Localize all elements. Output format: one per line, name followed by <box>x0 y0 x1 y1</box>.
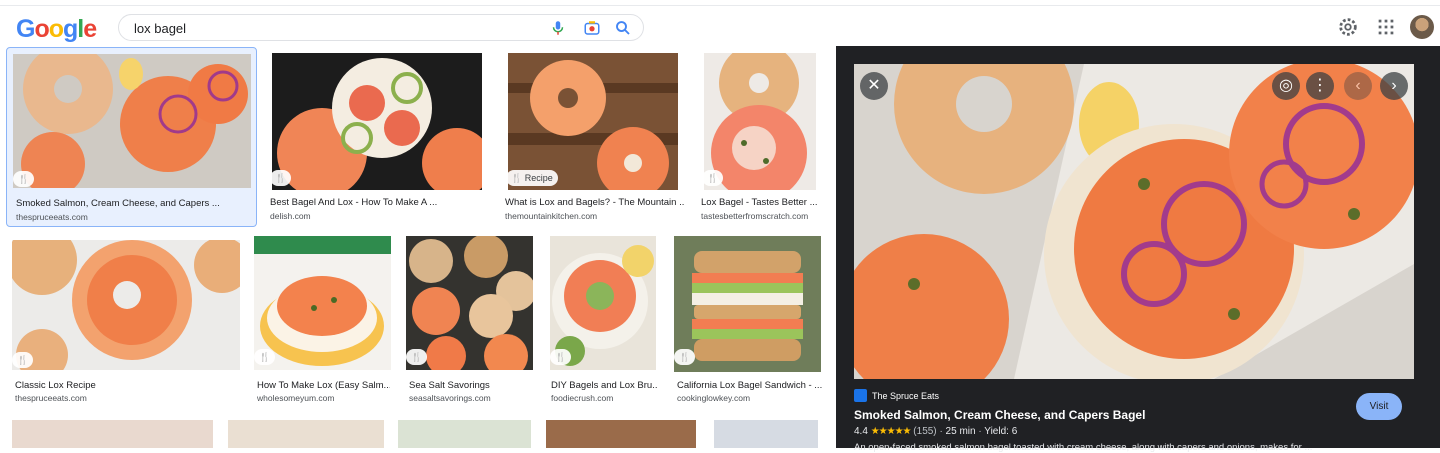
preview-image[interactable] <box>854 64 1414 379</box>
recipe-tag: 🍴 <box>550 349 572 365</box>
header: Google <box>0 6 1440 46</box>
gear-icon[interactable] <box>1337 16 1359 38</box>
search-icon[interactable] <box>614 19 632 37</box>
microphone-icon[interactable] <box>549 19 567 37</box>
apps-grid-icon[interactable] <box>1375 16 1397 38</box>
result-tile[interactable]: 🍴 Classic Lox Recipe thespruceeats.com <box>6 232 246 412</box>
result-image[interactable] <box>704 53 816 190</box>
bagel-photo <box>406 236 533 370</box>
star-rating: ★★★★★ <box>870 426 912 437</box>
preview-meta: 4.4 ★★★★★ (155) · 25 min · Yield: 6 <box>854 426 1018 437</box>
result-image[interactable] <box>228 420 384 448</box>
close-icon[interactable]: ✕ <box>860 72 888 100</box>
fork-knife-icon: 🍴 <box>511 173 525 183</box>
result-site[interactable]: wholesomeyum.com <box>257 393 390 403</box>
recipe-yield: Yield: 6 <box>984 426 1018 437</box>
result-site[interactable]: tastesbetterfromscratch.com <box>701 211 825 221</box>
result-title[interactable]: Lox Bagel - Tastes Better ... <box>701 197 817 208</box>
result-site[interactable]: themountainkitchen.com <box>505 211 685 221</box>
image-results-grid: 🍴 Smoked Salmon, Cream Cheese, and Caper… <box>0 46 836 448</box>
result-tile[interactable]: 🍴 How To Make Lox (Easy Salm... wholesom… <box>250 232 396 412</box>
result-site[interactable]: thespruceeats.com <box>16 212 252 222</box>
result-title[interactable]: Best Bagel And Lox - How To Make A ... <box>270 197 440 208</box>
result-tile[interactable]: 🍴 Best Bagel And Lox - How To Make A ...… <box>264 47 488 227</box>
google-logo[interactable]: Google <box>16 15 97 44</box>
rating-value: 4.4 <box>854 426 868 437</box>
logo-letter: G <box>16 15 35 43</box>
prev-icon[interactable]: ‹ <box>1344 72 1372 100</box>
result-title[interactable]: What is Lox and Bagels? - The Mountain .… <box>505 197 685 208</box>
sandwich-photo <box>674 236 821 372</box>
recipe-tag: 🍴 Recipe <box>506 170 558 186</box>
source-favicon <box>854 389 867 402</box>
fork-knife-icon: 🍴 <box>707 173 719 183</box>
result-image[interactable] <box>398 420 531 448</box>
result-tile[interactable]: 🍴 California Lox Bagel Sandwich - ... co… <box>668 232 826 412</box>
fork-knife-icon: 🍴 <box>411 352 423 362</box>
recipe-tag: 🍴 <box>12 352 34 368</box>
result-image[interactable] <box>546 420 696 448</box>
logo-letter: o <box>34 15 49 43</box>
camera-lens-icon[interactable] <box>583 19 601 37</box>
bagel-photo <box>704 53 816 190</box>
preview-source[interactable]: The Spruce Eats <box>872 391 939 401</box>
visit-button[interactable]: Visit <box>1356 393 1402 420</box>
logo-letter: g <box>63 15 78 43</box>
result-site[interactable]: foodiecrush.com <box>551 393 657 403</box>
recipe-tag: 🍴 <box>270 170 292 186</box>
result-image[interactable] <box>406 236 533 370</box>
bagel-photo-large <box>854 64 1414 379</box>
result-title[interactable]: How To Make Lox (Easy Salm... <box>257 380 390 391</box>
preview-title[interactable]: Smoked Salmon, Cream Cheese, and Capers … <box>854 408 1145 422</box>
fork-knife-icon: 🍴 <box>17 355 29 365</box>
result-image[interactable] <box>714 420 818 448</box>
bagel-photo <box>12 240 240 370</box>
result-image[interactable] <box>12 420 213 448</box>
fork-knife-icon: 🍴 <box>275 173 287 183</box>
result-title[interactable]: Sea Salt Savorings <box>409 380 534 391</box>
cook-time: 25 min <box>945 426 976 437</box>
result-title[interactable]: DIY Bagels and Lox Bru... <box>551 380 657 391</box>
result-image[interactable] <box>12 240 240 370</box>
result-tile[interactable]: 🍴 Lox Bagel - Tastes Better ... tastesbe… <box>696 47 826 227</box>
image-preview-panel: ✕ ◎ ⋮ ‹ › The Spruce Eats Smoked Salmon,… <box>836 46 1440 453</box>
result-site[interactable]: seasaltsavorings.com <box>409 393 534 403</box>
result-title[interactable]: Smoked Salmon, Cream Cheese, and Capers … <box>16 198 252 209</box>
result-site[interactable]: delish.com <box>270 211 440 221</box>
bagel-photo <box>272 53 482 190</box>
recipe-tag: 🍴 <box>13 171 35 187</box>
result-title[interactable]: Classic Lox Recipe <box>15 380 235 391</box>
recipe-tag: 🍴 <box>702 170 724 186</box>
more-vert-icon[interactable]: ⋮ <box>1306 72 1334 100</box>
fork-knife-icon: 🍴 <box>555 352 567 362</box>
result-title[interactable]: California Lox Bagel Sandwich - ... <box>677 380 823 391</box>
bagel-photo <box>254 236 391 370</box>
result-tile[interactable]: 🍴 Recipe What is Lox and Bagels? - The M… <box>500 47 688 227</box>
result-image[interactable] <box>272 53 482 190</box>
recipe-tag: 🍴 <box>254 349 276 365</box>
fork-knife-icon: 🍴 <box>259 352 271 362</box>
result-image[interactable] <box>13 54 251 188</box>
recipe-tag: 🍴 <box>406 349 428 365</box>
bagel-photo <box>13 54 251 188</box>
result-image[interactable] <box>254 236 391 370</box>
logo-letter: e <box>83 15 97 43</box>
lens-icon[interactable]: ◎ <box>1272 72 1300 100</box>
result-tile[interactable]: 🍴 DIY Bagels and Lox Bru... foodiecrush.… <box>544 232 662 412</box>
avatar[interactable] <box>1410 15 1434 39</box>
search-box[interactable] <box>118 14 644 41</box>
fork-knife-icon: 🍴 <box>679 352 691 362</box>
review-count: (155) <box>913 426 937 437</box>
search-input[interactable] <box>134 19 534 37</box>
next-icon[interactable]: › <box>1380 72 1408 100</box>
result-tile[interactable]: 🍴 Smoked Salmon, Cream Cheese, and Caper… <box>6 47 257 227</box>
fork-knife-icon: 🍴 <box>18 174 30 184</box>
result-site[interactable]: thespruceeats.com <box>15 393 235 403</box>
result-tile[interactable]: 🍴 Sea Salt Savorings seasaltsavorings.co… <box>402 232 538 412</box>
result-site[interactable]: cookinglowkey.com <box>677 393 823 403</box>
recipe-tag: 🍴 <box>674 349 696 365</box>
result-image[interactable] <box>674 236 821 372</box>
logo-letter: o <box>48 15 64 43</box>
